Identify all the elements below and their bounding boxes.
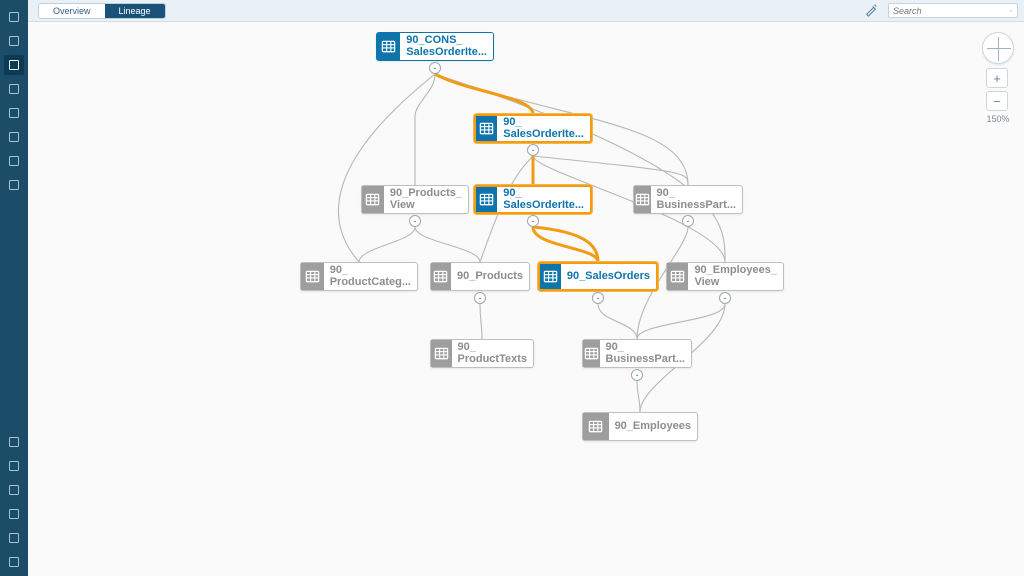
left-sidebar (0, 0, 28, 576)
collapse-toggle-bpart2[interactable]: - (631, 369, 643, 381)
sidebar-help[interactable] (4, 528, 24, 548)
search-input[interactable] (893, 6, 1010, 16)
sidebar-monitor[interactable] (4, 79, 24, 99)
collapse-toggle-soi1[interactable]: - (527, 144, 539, 156)
top-bar: OverviewLineage (28, 0, 1024, 22)
sidebar-chart[interactable] (4, 151, 24, 171)
table-icon (431, 340, 452, 367)
sidebar-cube[interactable] (4, 31, 24, 51)
node-label: 90_Employees_ View (688, 263, 783, 290)
node-label: 90_ ProductCateg... (324, 263, 417, 290)
collapse-toggle-bpart1[interactable]: - (682, 215, 694, 227)
node-label: 90_ BusinessPart... (651, 186, 742, 213)
table-icon (634, 186, 651, 213)
zoom-out-button[interactable]: − (986, 91, 1008, 111)
table-icon (583, 340, 600, 367)
collapse-toggle-cons[interactable]: - (429, 62, 441, 74)
node-sorders[interactable]: 90_SalesOrders (538, 262, 658, 291)
node-label: 90_Products (451, 263, 529, 290)
node-emp[interactable]: 90_Employees (582, 412, 698, 441)
table-icon (667, 263, 688, 290)
sidebar-gear2[interactable] (4, 127, 24, 147)
node-label: 90_ SalesOrderIte... (497, 187, 590, 212)
node-cons[interactable]: 90_CONS_ SalesOrderIte... (376, 32, 494, 61)
magic-wand-icon[interactable] (864, 3, 880, 19)
node-prodv[interactable]: 90_Products_ View (361, 185, 469, 214)
tab-overview[interactable]: Overview (39, 4, 105, 18)
tab-switcher: OverviewLineage (38, 3, 166, 19)
node-label: 90_SalesOrders (561, 264, 656, 289)
table-icon (362, 186, 384, 213)
node-ptexts[interactable]: 90_ ProductTexts (430, 339, 534, 368)
node-bpart2[interactable]: 90_ BusinessPart... (582, 339, 692, 368)
collapse-toggle-empv[interactable]: - (719, 292, 731, 304)
zoom-controls: + − 150% (986, 68, 1010, 124)
zoom-level: 150% (986, 114, 1010, 124)
collapse-toggle-prods[interactable]: - (474, 292, 486, 304)
collapse-toggle-soi2[interactable]: - (527, 215, 539, 227)
node-label: 90_ BusinessPart... (600, 340, 691, 367)
tab-lineage[interactable]: Lineage (105, 4, 165, 18)
edges-layer (28, 22, 1024, 576)
sidebar-export[interactable] (4, 175, 24, 195)
table-icon (377, 33, 400, 60)
node-empv[interactable]: 90_Employees_ View (666, 262, 784, 291)
table-icon (476, 187, 497, 212)
sidebar-gear[interactable] (4, 480, 24, 500)
sidebar-info[interactable] (4, 552, 24, 572)
table-icon (431, 263, 451, 290)
node-label: 90_Products_ View (384, 186, 468, 213)
table-icon (583, 413, 609, 440)
sidebar-people[interactable] (4, 55, 24, 75)
table-icon (476, 116, 497, 141)
node-label: 90_ ProductTexts (452, 340, 533, 367)
sidebar-user[interactable] (4, 504, 24, 524)
lineage-canvas[interactable]: 90_CONS_ SalesOrderIte... 90_ SalesOrderI… (28, 22, 1024, 576)
sidebar-home[interactable] (4, 7, 24, 27)
sidebar-admin[interactable] (4, 456, 24, 476)
node-prods[interactable]: 90_Products (430, 262, 530, 291)
zoom-in-button[interactable]: + (986, 68, 1008, 88)
node-pcat[interactable]: 90_ ProductCateg... (300, 262, 418, 291)
collapse-toggle-sorders[interactable]: - (592, 292, 604, 304)
node-bpart1[interactable]: 90_ BusinessPart... (633, 185, 743, 214)
node-label: 90_Employees (609, 413, 697, 440)
sidebar-cart[interactable] (4, 432, 24, 452)
table-icon (540, 264, 561, 289)
search-icon (1010, 6, 1013, 16)
node-label: 90_CONS_ SalesOrderIte... (400, 33, 493, 60)
node-soi1[interactable]: 90_ SalesOrderIte... (474, 114, 592, 143)
sidebar-link[interactable] (4, 103, 24, 123)
search-box[interactable] (888, 3, 1018, 18)
table-icon (301, 263, 324, 290)
pan-control[interactable] (982, 32, 1014, 64)
collapse-toggle-prodv[interactable]: - (409, 215, 421, 227)
node-label: 90_ SalesOrderIte... (497, 116, 590, 141)
node-soi2[interactable]: 90_ SalesOrderIte... (474, 185, 592, 214)
